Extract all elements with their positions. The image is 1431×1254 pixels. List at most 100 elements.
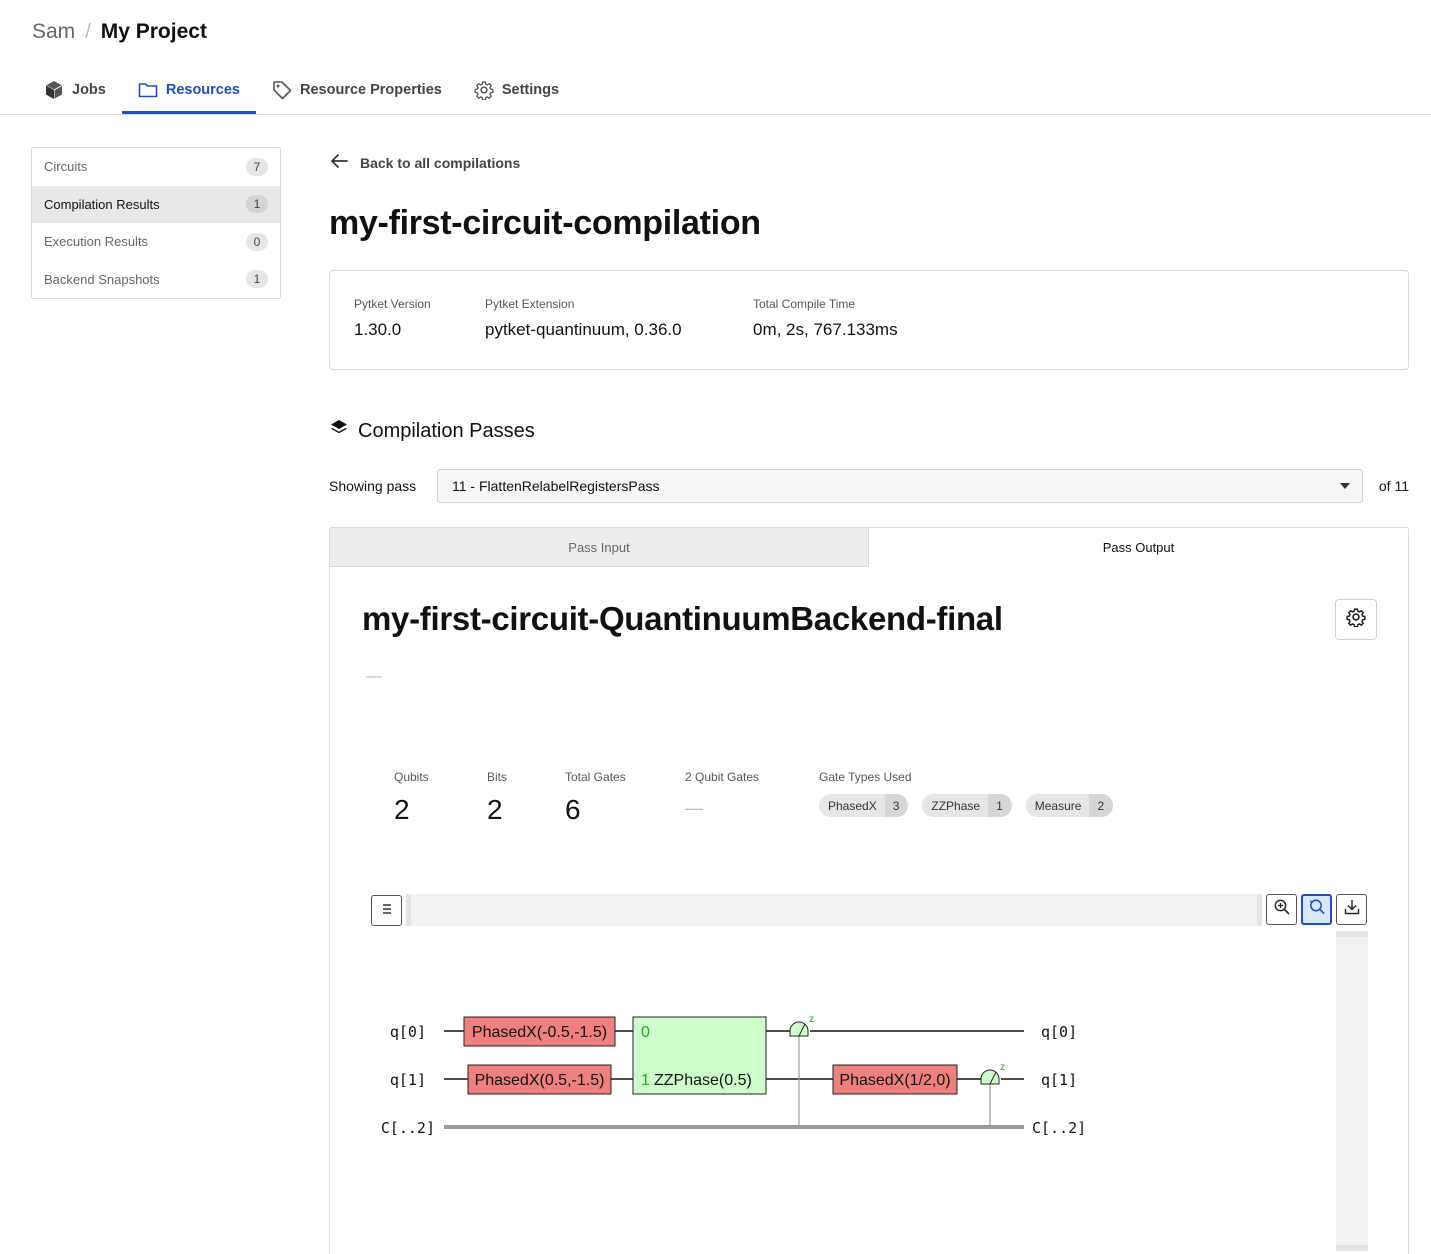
- chevron-down-icon: [1340, 483, 1350, 489]
- tag-icon: [272, 80, 292, 100]
- download-button[interactable]: [1336, 894, 1367, 925]
- gate-port-0: 0: [641, 1024, 650, 1041]
- circuit-diagram: q[0] q[1] C[..2] q[0] q[1] C[..2] Phased…: [381, 1014, 1086, 1137]
- tab-resource-properties[interactable]: Resource Properties: [256, 66, 458, 114]
- gate-type-name: ZZPhase: [931, 798, 981, 813]
- hamburger-menu-icon: [380, 902, 394, 920]
- gate-label: PhasedX(0.5,-1.5): [475, 1072, 605, 1089]
- pass-io-panel: Pass Input Pass Output my-first-circuit-…: [329, 527, 1409, 1254]
- wire-label-q1-out: q[1]: [1041, 1071, 1077, 1089]
- stat-label: Qubits: [394, 770, 429, 784]
- breadcrumb-separator: /: [85, 20, 91, 43]
- pass-io-tabs: Pass Input Pass Output: [330, 528, 1408, 567]
- folder-icon: [138, 81, 158, 99]
- meta-total-compile-time: Total Compile Time 0m, 2s, 767.133ms: [753, 297, 898, 340]
- gear-icon: [474, 80, 494, 100]
- stat-qubits: Qubits 2: [394, 770, 429, 826]
- back-link-label: Back to all compilations: [360, 154, 521, 171]
- tab-resources[interactable]: Resources: [121, 66, 257, 114]
- pass-selector-label: Showing pass: [329, 478, 417, 494]
- sidebar-item-label: Backend Snapshots: [44, 271, 160, 287]
- meta-value: pytket-quantinuum, 0.36.0: [485, 320, 682, 339]
- stat-value: —: [685, 798, 703, 818]
- circuit-title: my-first-circuit-QuantinuumBackend-final: [362, 600, 1003, 637]
- horizontal-scrollbar[interactable]: [406, 894, 1262, 926]
- breadcrumb-project: My Project: [100, 20, 207, 43]
- count-badge: 7: [246, 157, 268, 176]
- stat-gate-types: Gate Types Used PhasedX 3 ZZPhase 1 Meas…: [819, 770, 1114, 817]
- pass-select-dropdown[interactable]: 11 - FlattenRelabelRegistersPass: [437, 469, 1363, 503]
- tab-jobs[interactable]: Jobs: [30, 66, 122, 114]
- stat-value: 2: [394, 794, 410, 825]
- download-icon: [1343, 898, 1361, 921]
- page-title: my-first-circuit-compilation: [329, 204, 761, 242]
- measure-gate[interactable]: [980, 1069, 1000, 1085]
- measure-basis: z: [1000, 1062, 1005, 1073]
- gate-type-name: Measure: [1034, 798, 1082, 813]
- tab-label: Resources: [165, 82, 240, 98]
- pass-selector-row: Showing pass 11 - FlattenRelabelRegister…: [329, 469, 1409, 503]
- wire-label-c-out: C[..2]: [1032, 1119, 1086, 1137]
- gate-type-chip: Measure 2: [1025, 794, 1114, 817]
- meta-pytket-extension: Pytket Extension pytket-quantinuum, 0.36…: [485, 297, 682, 340]
- wire-label-q1: q[1]: [390, 1071, 426, 1089]
- tab-pass-output[interactable]: Pass Output: [869, 528, 1408, 567]
- gate-type-name: PhasedX: [828, 798, 877, 813]
- gate-label: ZZPhase(0.5): [654, 1072, 752, 1089]
- back-to-compilations-link[interactable]: Back to all compilations: [330, 153, 520, 172]
- gate-type-chips: PhasedX 3 ZZPhase 1 Measure 2: [819, 794, 1114, 817]
- pass-total: of 11: [1378, 478, 1409, 494]
- breadcrumb: Sam / My Project: [32, 20, 207, 44]
- meta-value: 1.30.0: [354, 320, 402, 339]
- gate-type-count: 3: [884, 794, 909, 817]
- stat-total-gates: Total Gates 6: [565, 770, 626, 826]
- sidebar-item-label: Circuits: [44, 159, 88, 175]
- tab-label: Settings: [501, 82, 560, 98]
- tab-settings[interactable]: Settings: [458, 66, 575, 114]
- sidebar-item-circuits[interactable]: Circuits 7: [32, 148, 280, 186]
- pass-select-value: 11 - FlattenRelabelRegistersPass: [452, 478, 660, 494]
- sidebar-item-label: Compilation Results: [44, 196, 160, 212]
- section-title-label: Compilation Passes: [358, 419, 535, 442]
- zoom-in-icon: [1273, 898, 1291, 921]
- count-badge: 1: [246, 195, 268, 214]
- header-divider: [0, 114, 1431, 115]
- resource-sidebar: Circuits 7 Compilation Results 1 Executi…: [31, 147, 281, 299]
- gate-port-1: 1: [641, 1072, 650, 1089]
- gate-type-chip: ZZPhase 1: [922, 794, 1012, 817]
- compilation-passes-heading: Compilation Passes: [330, 419, 535, 443]
- meta-label: Total Compile Time: [753, 297, 856, 311]
- tab-pass-input[interactable]: Pass Input: [330, 528, 869, 567]
- gate-type-count: 2: [1089, 794, 1114, 817]
- circuit-settings-button[interactable]: [1335, 599, 1377, 640]
- zoom-fit-button[interactable]: [1301, 894, 1332, 925]
- vertical-scrollbar[interactable]: [1336, 931, 1368, 1251]
- sidebar-item-compilation-results[interactable]: Compilation Results 1: [32, 185, 280, 223]
- gate-label: PhasedX(1/2,0): [839, 1072, 950, 1089]
- meta-label: Pytket Extension: [485, 297, 575, 311]
- breadcrumb-user[interactable]: Sam: [32, 20, 75, 44]
- stat-label: 2 Qubit Gates: [685, 770, 760, 784]
- stat-bits: Bits 2: [487, 770, 507, 826]
- measure-gate[interactable]: [789, 1021, 809, 1037]
- wire-label-q0: q[0]: [390, 1023, 426, 1041]
- sidebar-item-backend-snapshots[interactable]: Backend Snapshots 1: [32, 261, 280, 299]
- nav-tabs: Jobs Resources Resource Properties Setti…: [30, 66, 575, 114]
- stat-value: 2: [487, 794, 503, 825]
- gate-label: PhasedX(-0.5,-1.5): [472, 1024, 607, 1041]
- gate-type-count: 1: [988, 794, 1012, 817]
- circuit-description: —: [366, 668, 382, 685]
- tab-label: Jobs: [72, 82, 106, 98]
- stat-two-qubit-gates: 2 Qubit Gates —: [685, 770, 759, 819]
- wire-label-c: C[..2]: [381, 1119, 435, 1137]
- stat-label: Gate Types Used: [819, 770, 912, 784]
- circuit-menu-button[interactable]: [371, 895, 402, 926]
- count-badge: 0: [246, 232, 268, 251]
- stat-label: Total Gates: [565, 770, 626, 784]
- zoom-in-button[interactable]: [1266, 894, 1297, 925]
- compilation-meta-card: Pytket Version 1.30.0 Pytket Extension p…: [329, 270, 1409, 370]
- tab-label: Resource Properties: [300, 82, 442, 98]
- sidebar-item-execution-results[interactable]: Execution Results 0: [32, 223, 280, 261]
- meta-label: Pytket Version: [354, 297, 431, 311]
- arrow-left-icon: [330, 153, 348, 172]
